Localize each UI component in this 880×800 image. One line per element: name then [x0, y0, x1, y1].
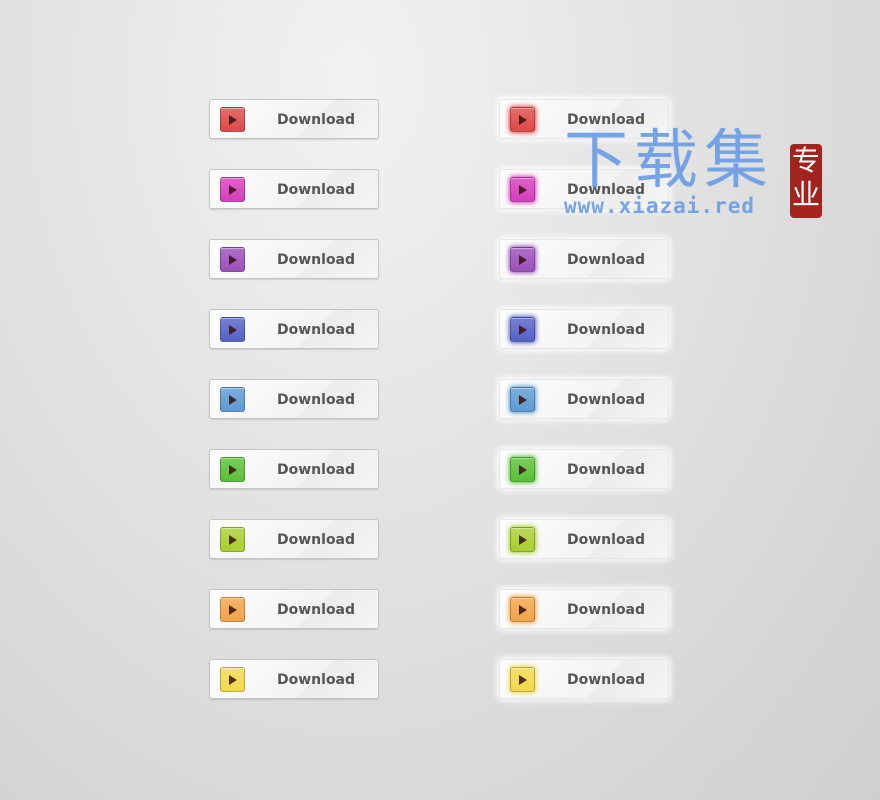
download-label: Download	[277, 322, 356, 338]
download-label: Download	[567, 322, 646, 338]
download-button[interactable]: Download	[209, 659, 379, 699]
play-icon	[510, 597, 535, 622]
download-label: Download	[277, 392, 356, 408]
download-label: Download	[277, 672, 356, 688]
download-label: Download	[567, 392, 646, 408]
play-icon	[220, 667, 245, 692]
download-button[interactable]: Download	[209, 169, 379, 209]
download-button[interactable]: Download	[209, 239, 379, 279]
download-label: Download	[277, 602, 356, 618]
download-label: Download	[277, 252, 356, 268]
download-button[interactable]: Download	[499, 519, 669, 559]
play-icon	[220, 317, 245, 342]
play-icon	[510, 177, 535, 202]
play-icon	[220, 177, 245, 202]
download-button[interactable]: Download	[499, 309, 669, 349]
download-button[interactable]: Download	[499, 449, 669, 489]
play-icon	[510, 107, 535, 132]
watermark: 下载集 www.xiazai.red	[564, 126, 774, 218]
download-button[interactable]: Download	[499, 379, 669, 419]
download-label: Download	[567, 672, 646, 688]
play-icon	[220, 107, 245, 132]
play-icon	[220, 527, 245, 552]
download-button[interactable]: Download	[499, 659, 669, 699]
watermark-chinese: 下载集	[564, 124, 774, 198]
download-button[interactable]: Download	[499, 589, 669, 629]
watermark-url: www.xiazai.red	[564, 194, 756, 218]
play-icon	[220, 387, 245, 412]
play-icon	[220, 247, 245, 272]
play-icon	[510, 247, 535, 272]
download-label: Download	[567, 462, 646, 478]
play-icon	[510, 387, 535, 412]
download-button[interactable]: Download	[209, 309, 379, 349]
play-icon	[510, 667, 535, 692]
download-button[interactable]: Download	[209, 449, 379, 489]
download-button[interactable]: Download	[209, 589, 379, 629]
download-label: Download	[567, 532, 646, 548]
download-label: Download	[277, 532, 356, 548]
download-button[interactable]: Download	[499, 239, 669, 279]
download-label: Download	[277, 462, 356, 478]
download-button[interactable]: Download	[209, 519, 379, 559]
play-icon	[220, 597, 245, 622]
download-label: Download	[277, 182, 356, 198]
download-label: Download	[277, 112, 356, 128]
download-button[interactable]: Download	[209, 99, 379, 139]
play-icon	[220, 457, 245, 482]
download-label: Download	[567, 252, 646, 268]
play-icon	[510, 527, 535, 552]
download-buttons-plain: Download Download Download Download Download…	[209, 99, 379, 729]
download-label: Download	[567, 602, 646, 618]
play-icon	[510, 317, 535, 342]
download-button[interactable]: Download	[209, 379, 379, 419]
watermark-seal: 专业	[790, 144, 822, 218]
play-icon	[510, 457, 535, 482]
